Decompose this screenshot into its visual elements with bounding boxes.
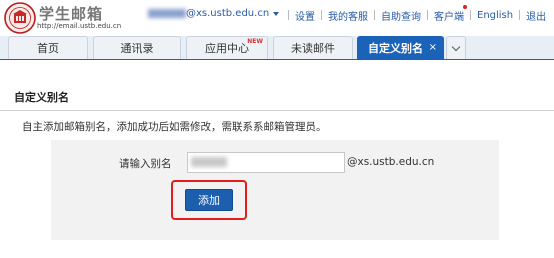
tab-app-center[interactable]: 应用中心 NEW <box>186 36 268 59</box>
logo[interactable]: 学生邮箱 http://email.ustb.edu.cn <box>4 2 122 34</box>
page-description: 自主添加邮箱别名，添加成功后如需修改，需联系系邮箱管理员。 <box>22 121 327 133</box>
english-link[interactable]: English <box>477 10 513 21</box>
self-service-link[interactable]: 自助查询 <box>381 8 421 23</box>
divider <box>470 10 471 20</box>
divider <box>321 10 322 20</box>
logo-title: 学生邮箱 <box>39 5 104 23</box>
divider <box>519 10 521 20</box>
tab-contacts[interactable]: 通讯录 <box>93 36 181 59</box>
logout-link[interactable]: 退出 <box>526 8 546 23</box>
add-button[interactable]: 添加 <box>185 189 233 211</box>
my-support-link[interactable]: 我的客服 <box>328 8 368 23</box>
redacted-username <box>148 9 186 18</box>
tab-custom-alias[interactable]: 自定义别名 × <box>357 36 444 59</box>
client-link[interactable]: 客户端 <box>434 4 467 23</box>
divider <box>427 10 428 20</box>
page-title: 自定义别名 <box>14 91 69 104</box>
new-badge: NEW <box>247 38 263 45</box>
logo-url: http://email.ustb.edu.cn <box>37 22 122 30</box>
section-divider <box>0 110 554 111</box>
tab-unread-mail[interactable]: 未读邮件 <box>273 36 353 59</box>
tab-label: 未读邮件 <box>291 42 335 55</box>
tab-bar: 首页 通讯录 应用中心 NEW 未读邮件 自定义别名 × <box>0 36 554 60</box>
top-header: 学生邮箱 http://email.ustb.edu.cn @xs.ustb.e… <box>0 0 554 36</box>
client-link-label: 客户端 <box>434 11 464 23</box>
tab-overflow-button[interactable] <box>446 36 466 59</box>
alias-label: 请输入别名 <box>119 158 172 170</box>
tab-label: 首页 <box>37 42 59 55</box>
top-links: 设置 我的客服 自助查询 客户端 English 退出 <box>282 4 546 23</box>
account-menu[interactable]: @xs.ustb.edu.cn <box>148 8 280 22</box>
close-icon[interactable]: × <box>429 42 437 53</box>
account-domain: @xs.ustb.edu.cn <box>186 8 270 19</box>
tab-label: 应用中心 <box>205 42 249 55</box>
caret-down-icon <box>273 11 280 16</box>
divider <box>288 10 289 20</box>
notification-dot <box>463 4 467 9</box>
tab-label: 自定义别名 <box>368 42 423 55</box>
alias-domain-suffix: @xs.ustb.edu.cn <box>347 156 435 168</box>
divider <box>374 10 375 20</box>
settings-link[interactable]: 设置 <box>295 8 315 23</box>
tab-home[interactable]: 首页 <box>8 36 88 59</box>
alias-input[interactable] <box>187 152 345 173</box>
tab-label: 通讯录 <box>120 42 154 55</box>
ustb-emblem-icon <box>4 2 36 34</box>
chevron-down-icon <box>451 42 461 51</box>
